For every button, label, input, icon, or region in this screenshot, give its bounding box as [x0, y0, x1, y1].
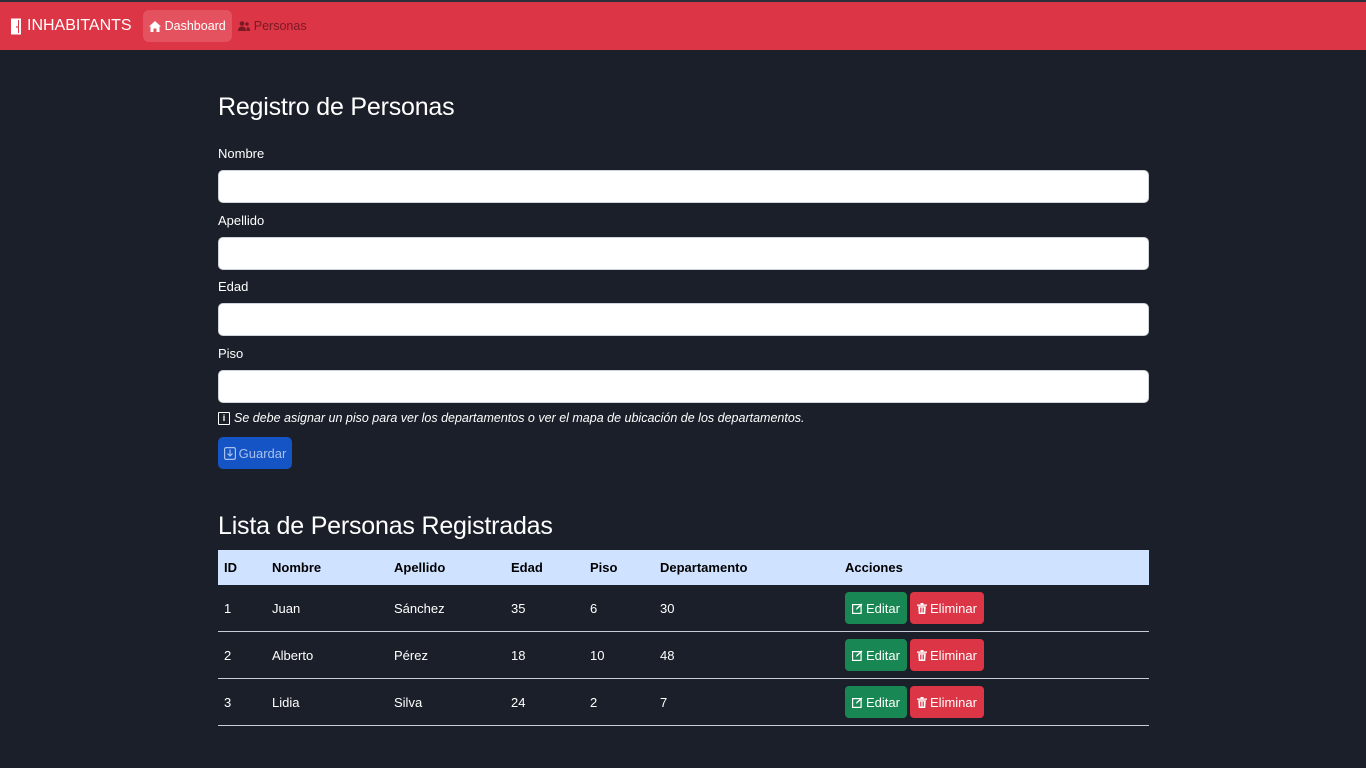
- col-piso: Piso: [590, 560, 618, 575]
- form-title: Registro de Personas: [218, 93, 455, 121]
- cell-apellido: Sánchez: [388, 585, 505, 632]
- piso-hint: i Se debe asignar un piso para ver los d…: [218, 411, 805, 425]
- personas-table: ID Nombre Apellido Edad Piso Departament…: [218, 550, 1149, 726]
- table-row: 2 Alberto Pérez 18 10 48 Editar Eliminar: [218, 631, 1149, 679]
- home-icon: [148, 20, 161, 32]
- col-apellido: Apellido: [394, 560, 446, 575]
- info-icon: i: [218, 411, 230, 425]
- edit-icon: [852, 650, 863, 661]
- brand-link[interactable]: INHABITANTS: [10, 17, 132, 35]
- cell-acciones: Editar Eliminar: [839, 631, 1149, 679]
- cell-apellido: Silva: [388, 678, 505, 726]
- table-row: 3 Lidia Silva 24 2 7 Editar Eliminar: [218, 678, 1149, 726]
- piso-input[interactable]: [218, 370, 1149, 403]
- list-title: Lista de Personas Registradas: [218, 512, 553, 540]
- cell-apellido: Pérez: [388, 631, 505, 679]
- col-acciones: Acciones: [845, 560, 903, 575]
- nombre-label: Nombre: [218, 146, 265, 161]
- col-nombre: Nombre: [272, 560, 322, 575]
- save-button[interactable]: Guardar: [218, 437, 292, 469]
- download-icon: [223, 446, 236, 460]
- cell-departamento: 7: [654, 678, 839, 726]
- delete-button-label: Eliminar: [930, 600, 977, 616]
- apellido-input[interactable]: [218, 237, 1149, 270]
- brand-text: INHABITANTS: [27, 17, 132, 34]
- apellido-label: Apellido: [218, 213, 265, 228]
- nav-personas[interactable]: Personas: [232, 10, 313, 42]
- edit-button-label: Editar: [866, 600, 900, 616]
- cell-nombre: Alberto: [266, 631, 388, 679]
- table-row: 1 Juan Sánchez 35 6 30 Editar Eliminar: [218, 585, 1149, 632]
- save-button-label: Guardar: [238, 445, 287, 461]
- table-header-row: ID Nombre Apellido Edad Piso Departament…: [218, 550, 1149, 585]
- edad-input[interactable]: [218, 303, 1149, 336]
- delete-button[interactable]: Eliminar: [910, 686, 984, 718]
- cell-nombre: Juan: [266, 585, 388, 632]
- col-departamento: Departamento: [660, 560, 748, 575]
- delete-button[interactable]: Eliminar: [910, 592, 984, 624]
- delete-button-label: Eliminar: [930, 694, 977, 710]
- edad-label: Edad: [218, 279, 249, 294]
- cell-piso: 10: [584, 631, 654, 679]
- cell-departamento: 30: [654, 585, 839, 632]
- cell-acciones: Editar Eliminar: [839, 585, 1149, 632]
- edit-button-label: Editar: [866, 647, 900, 663]
- door-icon: [11, 18, 21, 34]
- cell-piso: 2: [584, 678, 654, 726]
- edit-button-label: Editar: [866, 694, 900, 710]
- piso-label: Piso: [218, 346, 244, 361]
- cell-id: 1: [218, 585, 266, 632]
- trash-icon: [917, 602, 928, 614]
- cell-edad: 24: [505, 678, 584, 726]
- cell-id: 3: [218, 678, 266, 726]
- edit-button[interactable]: Editar: [845, 639, 907, 671]
- cell-id: 2: [218, 631, 266, 679]
- cell-departamento: 48: [654, 631, 839, 679]
- delete-button-label: Eliminar: [930, 647, 977, 663]
- trash-icon: [917, 696, 928, 708]
- nav-personas-label: Personas: [253, 19, 307, 33]
- top-navbar: INHABITANTS Dashboard Personas: [0, 0, 1366, 50]
- people-icon: [237, 21, 250, 31]
- nav-dashboard-label: Dashboard: [164, 19, 226, 33]
- edit-button[interactable]: Editar: [845, 592, 907, 624]
- nav-dashboard[interactable]: Dashboard: [142, 10, 232, 42]
- cell-edad: 35: [505, 585, 584, 632]
- cell-edad: 18: [505, 631, 584, 679]
- cell-acciones: Editar Eliminar: [839, 678, 1149, 726]
- nombre-input[interactable]: [218, 170, 1149, 203]
- edit-icon: [852, 697, 863, 708]
- col-id: ID: [224, 560, 237, 575]
- trash-icon: [917, 649, 928, 661]
- cell-piso: 6: [584, 585, 654, 632]
- edit-button[interactable]: Editar: [845, 686, 907, 718]
- cell-nombre: Lidia: [266, 678, 388, 726]
- piso-hint-text: Se debe asignar un piso para ver los dep…: [234, 411, 805, 425]
- edit-icon: [852, 603, 863, 614]
- delete-button[interactable]: Eliminar: [910, 639, 984, 671]
- col-edad: Edad: [511, 560, 543, 575]
